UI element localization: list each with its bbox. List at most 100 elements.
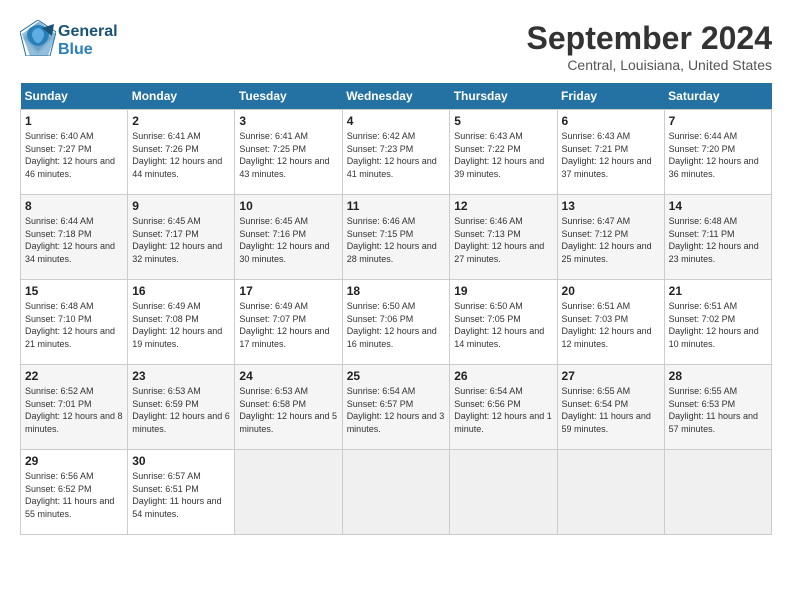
calendar-week-row-2: 8 Sunrise: 6:44 AM Sunset: 7:18 PM Dayli…: [21, 195, 772, 280]
day-number: 7: [669, 114, 767, 128]
calendar-cell: [557, 450, 664, 535]
calendar-cell: 10 Sunrise: 6:45 AM Sunset: 7:16 PM Dayl…: [235, 195, 342, 280]
day-number: 27: [562, 369, 660, 383]
logo-icon: [20, 20, 56, 56]
day-info: Sunrise: 6:49 AM Sunset: 7:07 PM Dayligh…: [239, 300, 337, 350]
calendar-cell: 29 Sunrise: 6:56 AM Sunset: 6:52 PM Dayl…: [21, 450, 128, 535]
day-info: Sunrise: 6:41 AM Sunset: 7:25 PM Dayligh…: [239, 130, 337, 180]
day-info: Sunrise: 6:54 AM Sunset: 6:57 PM Dayligh…: [347, 385, 446, 435]
weekday-header-saturday: Saturday: [664, 83, 771, 110]
logo-blue: Blue: [58, 41, 118, 59]
month-year-title: September 2024: [527, 20, 772, 57]
day-number: 30: [132, 454, 230, 468]
day-info: Sunrise: 6:55 AM Sunset: 6:54 PM Dayligh…: [562, 385, 660, 435]
calendar-cell: 23 Sunrise: 6:53 AM Sunset: 6:59 PM Dayl…: [128, 365, 235, 450]
day-info: Sunrise: 6:50 AM Sunset: 7:05 PM Dayligh…: [454, 300, 552, 350]
calendar-cell: 17 Sunrise: 6:49 AM Sunset: 7:07 PM Dayl…: [235, 280, 342, 365]
calendar-cell: 1 Sunrise: 6:40 AM Sunset: 7:27 PM Dayli…: [21, 110, 128, 195]
calendar-cell: [342, 450, 450, 535]
weekday-header-friday: Friday: [557, 83, 664, 110]
calendar-cell: [450, 450, 557, 535]
calendar-cell: 13 Sunrise: 6:47 AM Sunset: 7:12 PM Dayl…: [557, 195, 664, 280]
logo: General Blue: [20, 20, 118, 61]
day-number: 19: [454, 284, 552, 298]
calendar-cell: 4 Sunrise: 6:42 AM Sunset: 7:23 PM Dayli…: [342, 110, 450, 195]
calendar-table: SundayMondayTuesdayWednesdayThursdayFrid…: [20, 83, 772, 535]
day-number: 8: [25, 199, 123, 213]
day-number: 26: [454, 369, 552, 383]
weekday-header-wednesday: Wednesday: [342, 83, 450, 110]
day-info: Sunrise: 6:42 AM Sunset: 7:23 PM Dayligh…: [347, 130, 446, 180]
calendar-cell: 12 Sunrise: 6:46 AM Sunset: 7:13 PM Dayl…: [450, 195, 557, 280]
day-info: Sunrise: 6:56 AM Sunset: 6:52 PM Dayligh…: [25, 470, 123, 520]
day-number: 15: [25, 284, 123, 298]
day-info: Sunrise: 6:51 AM Sunset: 7:02 PM Dayligh…: [669, 300, 767, 350]
day-number: 21: [669, 284, 767, 298]
calendar-cell: 21 Sunrise: 6:51 AM Sunset: 7:02 PM Dayl…: [664, 280, 771, 365]
calendar-cell: 25 Sunrise: 6:54 AM Sunset: 6:57 PM Dayl…: [342, 365, 450, 450]
calendar-cell: 9 Sunrise: 6:45 AM Sunset: 7:17 PM Dayli…: [128, 195, 235, 280]
calendar-cell: 18 Sunrise: 6:50 AM Sunset: 7:06 PM Dayl…: [342, 280, 450, 365]
calendar-cell: 8 Sunrise: 6:44 AM Sunset: 7:18 PM Dayli…: [21, 195, 128, 280]
day-info: Sunrise: 6:52 AM Sunset: 7:01 PM Dayligh…: [25, 385, 123, 435]
day-number: 14: [669, 199, 767, 213]
calendar-cell: 26 Sunrise: 6:54 AM Sunset: 6:56 PM Dayl…: [450, 365, 557, 450]
day-info: Sunrise: 6:46 AM Sunset: 7:13 PM Dayligh…: [454, 215, 552, 265]
day-info: Sunrise: 6:55 AM Sunset: 6:53 PM Dayligh…: [669, 385, 767, 435]
day-number: 5: [454, 114, 552, 128]
day-info: Sunrise: 6:53 AM Sunset: 6:59 PM Dayligh…: [132, 385, 230, 435]
day-info: Sunrise: 6:46 AM Sunset: 7:15 PM Dayligh…: [347, 215, 446, 265]
calendar-cell: 30 Sunrise: 6:57 AM Sunset: 6:51 PM Dayl…: [128, 450, 235, 535]
day-number: 25: [347, 369, 446, 383]
calendar-cell: 7 Sunrise: 6:44 AM Sunset: 7:20 PM Dayli…: [664, 110, 771, 195]
day-info: Sunrise: 6:57 AM Sunset: 6:51 PM Dayligh…: [132, 470, 230, 520]
day-info: Sunrise: 6:49 AM Sunset: 7:08 PM Dayligh…: [132, 300, 230, 350]
weekday-header-monday: Monday: [128, 83, 235, 110]
day-info: Sunrise: 6:50 AM Sunset: 7:06 PM Dayligh…: [347, 300, 446, 350]
day-number: 18: [347, 284, 446, 298]
calendar-cell: 19 Sunrise: 6:50 AM Sunset: 7:05 PM Dayl…: [450, 280, 557, 365]
day-info: Sunrise: 6:43 AM Sunset: 7:21 PM Dayligh…: [562, 130, 660, 180]
day-number: 16: [132, 284, 230, 298]
calendar-week-row-3: 15 Sunrise: 6:48 AM Sunset: 7:10 PM Dayl…: [21, 280, 772, 365]
calendar-cell: 24 Sunrise: 6:53 AM Sunset: 6:58 PM Dayl…: [235, 365, 342, 450]
logo-general: General: [58, 23, 118, 41]
day-number: 23: [132, 369, 230, 383]
day-number: 13: [562, 199, 660, 213]
weekday-header-tuesday: Tuesday: [235, 83, 342, 110]
day-info: Sunrise: 6:43 AM Sunset: 7:22 PM Dayligh…: [454, 130, 552, 180]
day-info: Sunrise: 6:45 AM Sunset: 7:17 PM Dayligh…: [132, 215, 230, 265]
day-info: Sunrise: 6:48 AM Sunset: 7:11 PM Dayligh…: [669, 215, 767, 265]
day-number: 12: [454, 199, 552, 213]
day-number: 1: [25, 114, 123, 128]
day-number: 17: [239, 284, 337, 298]
header: General Blue September 2024 Central, Lou…: [20, 20, 772, 73]
weekday-header-row: SundayMondayTuesdayWednesdayThursdayFrid…: [21, 83, 772, 110]
calendar-cell: 11 Sunrise: 6:46 AM Sunset: 7:15 PM Dayl…: [342, 195, 450, 280]
day-info: Sunrise: 6:40 AM Sunset: 7:27 PM Dayligh…: [25, 130, 123, 180]
day-number: 20: [562, 284, 660, 298]
day-number: 2: [132, 114, 230, 128]
day-info: Sunrise: 6:45 AM Sunset: 7:16 PM Dayligh…: [239, 215, 337, 265]
day-info: Sunrise: 6:48 AM Sunset: 7:10 PM Dayligh…: [25, 300, 123, 350]
title-section: September 2024 Central, Louisiana, Unite…: [527, 20, 772, 73]
calendar-cell: 2 Sunrise: 6:41 AM Sunset: 7:26 PM Dayli…: [128, 110, 235, 195]
day-info: Sunrise: 6:51 AM Sunset: 7:03 PM Dayligh…: [562, 300, 660, 350]
location-subtitle: Central, Louisiana, United States: [527, 57, 772, 73]
calendar-cell: 6 Sunrise: 6:43 AM Sunset: 7:21 PM Dayli…: [557, 110, 664, 195]
weekday-header-thursday: Thursday: [450, 83, 557, 110]
day-number: 24: [239, 369, 337, 383]
day-number: 10: [239, 199, 337, 213]
calendar-cell: 22 Sunrise: 6:52 AM Sunset: 7:01 PM Dayl…: [21, 365, 128, 450]
day-number: 22: [25, 369, 123, 383]
calendar-cell: 15 Sunrise: 6:48 AM Sunset: 7:10 PM Dayl…: [21, 280, 128, 365]
calendar-cell: 20 Sunrise: 6:51 AM Sunset: 7:03 PM Dayl…: [557, 280, 664, 365]
calendar-cell: 5 Sunrise: 6:43 AM Sunset: 7:22 PM Dayli…: [450, 110, 557, 195]
calendar-week-row-4: 22 Sunrise: 6:52 AM Sunset: 7:01 PM Dayl…: [21, 365, 772, 450]
weekday-header-sunday: Sunday: [21, 83, 128, 110]
calendar-week-row-1: 1 Sunrise: 6:40 AM Sunset: 7:27 PM Dayli…: [21, 110, 772, 195]
calendar-cell: 28 Sunrise: 6:55 AM Sunset: 6:53 PM Dayl…: [664, 365, 771, 450]
day-number: 9: [132, 199, 230, 213]
calendar-week-row-5: 29 Sunrise: 6:56 AM Sunset: 6:52 PM Dayl…: [21, 450, 772, 535]
day-info: Sunrise: 6:47 AM Sunset: 7:12 PM Dayligh…: [562, 215, 660, 265]
